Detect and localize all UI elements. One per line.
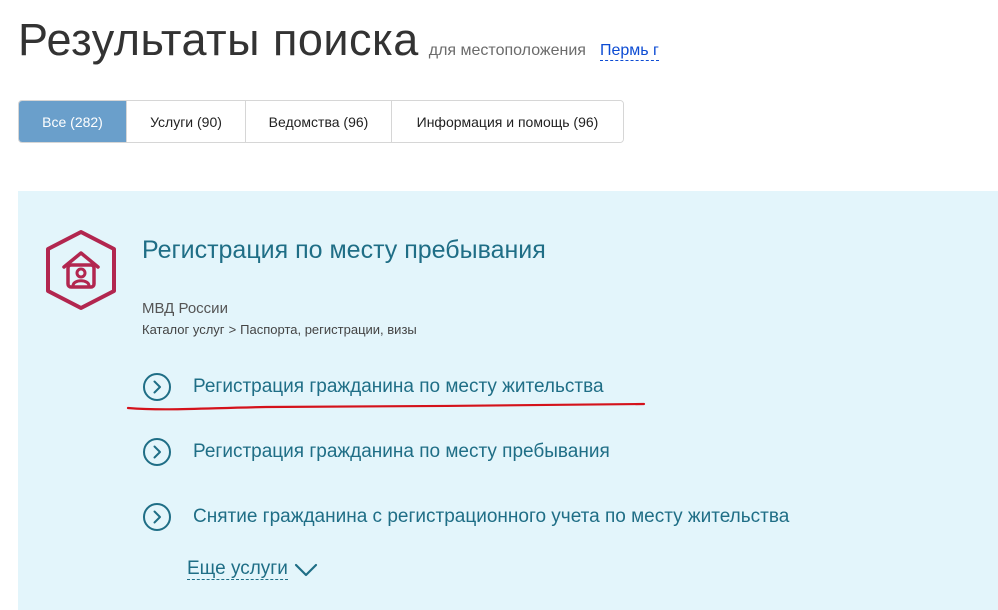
page-header: Результаты поиска для местоположения Пер…	[18, 14, 659, 66]
location-selector-link[interactable]: Пермь г	[599, 42, 659, 61]
chevron-down-icon	[294, 563, 317, 576]
service-label: Снятие гражданина с регистрационного уче…	[193, 506, 790, 527]
search-results-page: Результаты поиска для местоположения Пер…	[0, 0, 998, 610]
result-card: Регистрация по месту пребывания МВД Росс…	[18, 191, 998, 610]
breadcrumb: Каталог услуг > Паспорта, регистрации, в…	[142, 322, 417, 337]
results-filter-tabs: Все (282) Услуги (90) Ведомства (96) Инф…	[18, 100, 624, 143]
chevron-right-circle-icon	[143, 503, 171, 531]
more-services-label: Еще услуги	[187, 558, 288, 580]
tab-departments[interactable]: Ведомства (96)	[246, 101, 392, 142]
chevron-right-circle-icon	[143, 438, 171, 466]
department-label: МВД России	[142, 300, 228, 317]
breadcrumb-item-catalog[interactable]: Каталог услуг	[142, 322, 225, 337]
result-title-link[interactable]: Регистрация по месту пребывания	[142, 236, 546, 265]
location-caption: для местоположения	[428, 42, 586, 59]
service-link-registration-stay[interactable]: Регистрация гражданина по месту пребыван…	[142, 437, 610, 467]
tab-all[interactable]: Все (282)	[19, 101, 127, 142]
tab-services[interactable]: Услуги (90)	[127, 101, 246, 142]
breadcrumb-item-passports[interactable]: Паспорта, регистрации, визы	[240, 322, 417, 337]
service-label: Регистрация гражданина по месту пребыван…	[193, 441, 610, 462]
more-services-link[interactable]: Еще услуги	[187, 559, 318, 580]
tab-info-help[interactable]: Информация и помощь (96)	[392, 101, 623, 142]
red-underline-annotation	[126, 402, 646, 411]
page-title: Результаты поиска	[18, 14, 419, 65]
service-link-deregistration[interactable]: Снятие гражданина с регистрационного уче…	[142, 502, 789, 532]
breadcrumb-separator: >	[228, 322, 237, 337]
house-with-person-icon	[46, 230, 116, 310]
